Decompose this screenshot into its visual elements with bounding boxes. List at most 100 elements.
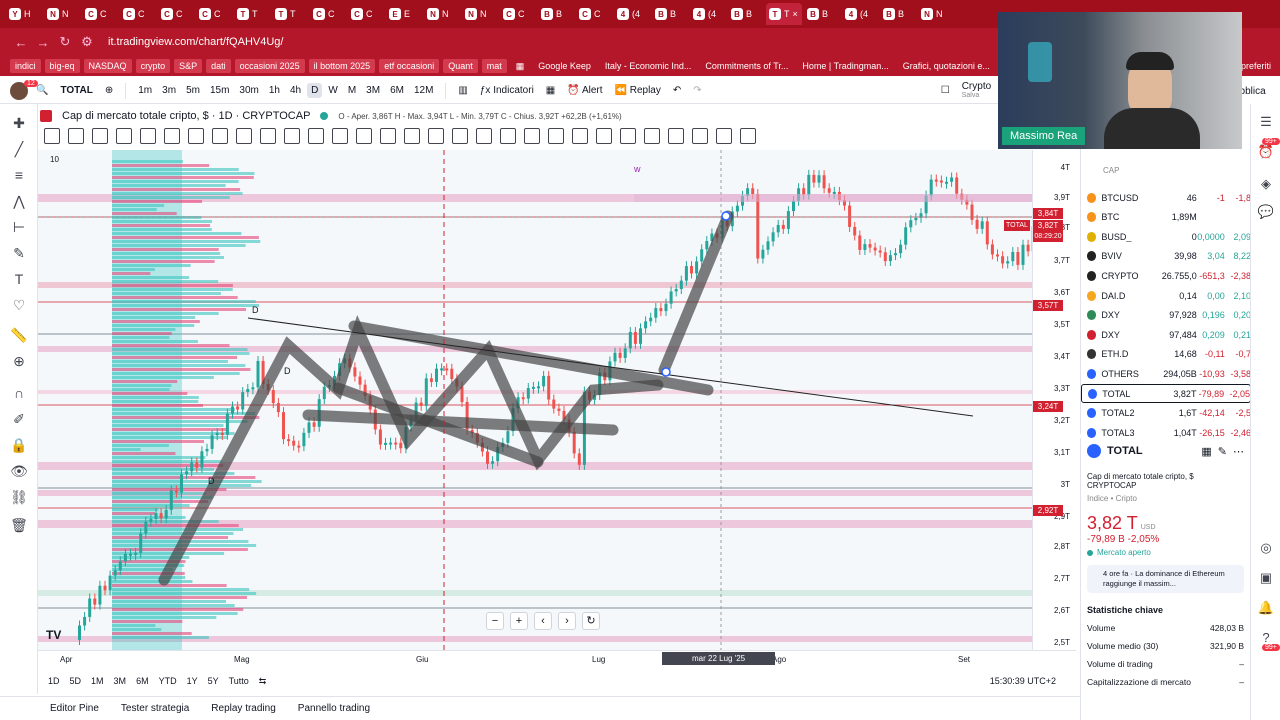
- period-ytd[interactable]: YTD: [159, 676, 177, 686]
- watchlist-row[interactable]: CRYPTO 26.755,0 -651,3 -2,38: [1081, 266, 1251, 285]
- anchored-vwap-tool-icon[interactable]: [692, 128, 708, 144]
- period-6m[interactable]: 6M: [136, 676, 149, 686]
- ellipse-tool-icon[interactable]: [308, 128, 324, 144]
- browser-tab[interactable]: 4 (4: [614, 3, 650, 25]
- time-axis[interactable]: Apr Mag Giu Lug Ago Set mar 22 Lug '25: [38, 650, 1076, 668]
- templates-icon[interactable]: ▦: [542, 83, 559, 98]
- watchlist-row[interactable]: DAI.D 0,14 0,00 2,10: [1081, 286, 1251, 305]
- horizontal-line-tool-icon[interactable]: [92, 128, 108, 144]
- watchlist-icon[interactable]: ☰: [1257, 114, 1275, 132]
- prediction-icon[interactable]: ⊢: [10, 218, 28, 236]
- period-3m[interactable]: 3M: [114, 676, 127, 686]
- price-range-tool-icon[interactable]: [572, 128, 588, 144]
- zoom-out-button[interactable]: −: [486, 612, 504, 630]
- marker-tool-icon[interactable]: [476, 128, 492, 144]
- period-1d[interactable]: 1D: [48, 676, 60, 686]
- stay-drawing-icon[interactable]: ✐: [10, 410, 28, 428]
- browser-tab[interactable]: CC: [576, 3, 612, 25]
- bottom-tab[interactable]: Editor Pine: [50, 703, 99, 714]
- text-tool-icon[interactable]: [140, 128, 156, 144]
- interval-4h[interactable]: 4h: [286, 83, 305, 98]
- date-range-icon[interactable]: ⇆: [259, 676, 267, 687]
- edit-icon[interactable]: ✎: [1218, 445, 1227, 458]
- browser-tab[interactable]: CC: [196, 3, 232, 25]
- zoom-icon[interactable]: ⊕: [10, 352, 28, 370]
- browser-tab[interactable]: BB: [728, 3, 764, 25]
- watchlist-row[interactable]: BTCUSD 46 -1 -1,8: [1081, 188, 1251, 207]
- arc-tool-icon[interactable]: [332, 128, 348, 144]
- bookmark-link[interactable]: Italy - Economic Ind...: [600, 59, 697, 73]
- target-icon[interactable]: ◎: [1257, 540, 1275, 558]
- reset-chart-button[interactable]: ↻: [582, 612, 600, 630]
- watchlist-row[interactable]: TOTAL2 1,6T -42,14 -2,5: [1081, 404, 1251, 423]
- bottom-tab[interactable]: Replay trading: [211, 703, 275, 714]
- interval-15m[interactable]: 15m: [206, 83, 233, 98]
- period-1m[interactable]: 1M: [91, 676, 104, 686]
- browser-tab[interactable]: T T ×: [766, 3, 802, 25]
- bookmark-folder[interactable]: occasioni 2025: [235, 59, 305, 73]
- interval-6m[interactable]: 6M: [386, 83, 408, 98]
- interval-m[interactable]: M: [344, 83, 360, 98]
- period-5y[interactable]: 5Y: [208, 676, 219, 686]
- arrow-tool-icon[interactable]: [380, 128, 396, 144]
- undo-icon[interactable]: ↶: [669, 83, 685, 98]
- magnet-icon[interactable]: ∩: [10, 384, 28, 402]
- trend-line-icon[interactable]: ╱: [10, 140, 28, 158]
- watchlist-row[interactable]: TOTAL 3,82T -79,89 -2,05: [1081, 384, 1251, 403]
- scroll-right-button[interactable]: ›: [558, 612, 576, 630]
- calendar-icon[interactable]: ▣: [1257, 570, 1275, 588]
- rectangle-tool-icon[interactable]: [164, 128, 180, 144]
- long-position-tool-icon[interactable]: [620, 128, 636, 144]
- bookmark-link[interactable]: preferiti: [1236, 59, 1276, 73]
- bookmark-link[interactable]: Commitments of Tr...: [700, 59, 793, 73]
- crosshair-icon[interactable]: ✚: [10, 114, 28, 132]
- watchlist-row[interactable]: ETH.D 14,68 -0,11 -0,7: [1081, 345, 1251, 364]
- browser-tab[interactable]: 4 (4: [842, 3, 878, 25]
- watchlist-row[interactable]: OTHERS 294,05B -10,93 -3,58: [1081, 364, 1251, 383]
- pitchfork-tool-icon[interactable]: [236, 128, 252, 144]
- bookmark-folder[interactable]: Quant: [443, 59, 478, 73]
- bookmark-link[interactable]: Grafici, quotazioni e...: [898, 59, 995, 73]
- back-icon[interactable]: ←: [10, 35, 32, 50]
- trend-line-tool-icon[interactable]: [44, 128, 60, 144]
- fib-tool-icon[interactable]: [212, 128, 228, 144]
- bar-style-icon[interactable]: ▥: [454, 83, 471, 98]
- cursor-tool-icon[interactable]: [740, 128, 756, 144]
- price-axis[interactable]: 4T3,9T3,8T3,7T3,6T3,5T3,4T3,3T3,2T3,1T3T…: [1032, 150, 1076, 650]
- ray-tool-icon[interactable]: [68, 128, 84, 144]
- pattern-icon[interactable]: ⋀: [10, 192, 28, 210]
- legend-title[interactable]: Cap di mercato totale cripto, $ · 1D · C…: [62, 110, 310, 122]
- bar-pattern-tool-icon[interactable]: [668, 128, 684, 144]
- interval-w[interactable]: W: [324, 83, 341, 98]
- link-icon[interactable]: ⛓: [10, 488, 28, 506]
- interval-d[interactable]: D: [307, 83, 322, 98]
- projection-tool-icon[interactable]: [548, 128, 564, 144]
- layout-checkbox[interactable]: ☐: [937, 83, 954, 98]
- polyline-tool-icon[interactable]: [452, 128, 468, 144]
- watchlist-row[interactable]: DXY 97,928 0,196 0,20: [1081, 306, 1251, 325]
- watchlist-row[interactable]: BUSD_ 0 0,0000 2,09: [1081, 227, 1251, 246]
- layers-icon[interactable]: ◈: [1257, 176, 1275, 194]
- brush-tool-icon[interactable]: [404, 128, 420, 144]
- browser-tab[interactable]: BB: [652, 3, 688, 25]
- volume-profile-tool-icon[interactable]: [716, 128, 732, 144]
- browser-tab[interactable]: YH: [6, 3, 42, 25]
- text-icon[interactable]: T: [10, 270, 28, 288]
- browser-tab[interactable]: NN: [424, 3, 460, 25]
- eye-icon[interactable]: 👁: [10, 462, 28, 480]
- bookmark-folder[interactable]: indici: [10, 59, 41, 73]
- browser-tab[interactable]: TT: [234, 3, 270, 25]
- compare-add-icon[interactable]: ⊕: [101, 83, 117, 98]
- browser-tab[interactable]: NN: [462, 3, 498, 25]
- interval-5m[interactable]: 5m: [182, 83, 204, 98]
- browser-tab[interactable]: BB: [880, 3, 916, 25]
- grid-icon[interactable]: ▦: [1201, 445, 1211, 458]
- interval-3m[interactable]: 3M: [362, 83, 384, 98]
- notifications-icon[interactable]: 🔔: [1257, 600, 1275, 618]
- clock[interactable]: 15:30:39 UTC+2: [990, 676, 1056, 686]
- fib-icon[interactable]: ≡: [10, 166, 28, 184]
- bookmark-link[interactable]: Home | Tradingman...: [797, 59, 893, 73]
- browser-tab[interactable]: EE: [386, 3, 422, 25]
- browser-tab[interactable]: CC: [310, 3, 346, 25]
- alerts-icon[interactable]: ⏰: [1257, 144, 1275, 162]
